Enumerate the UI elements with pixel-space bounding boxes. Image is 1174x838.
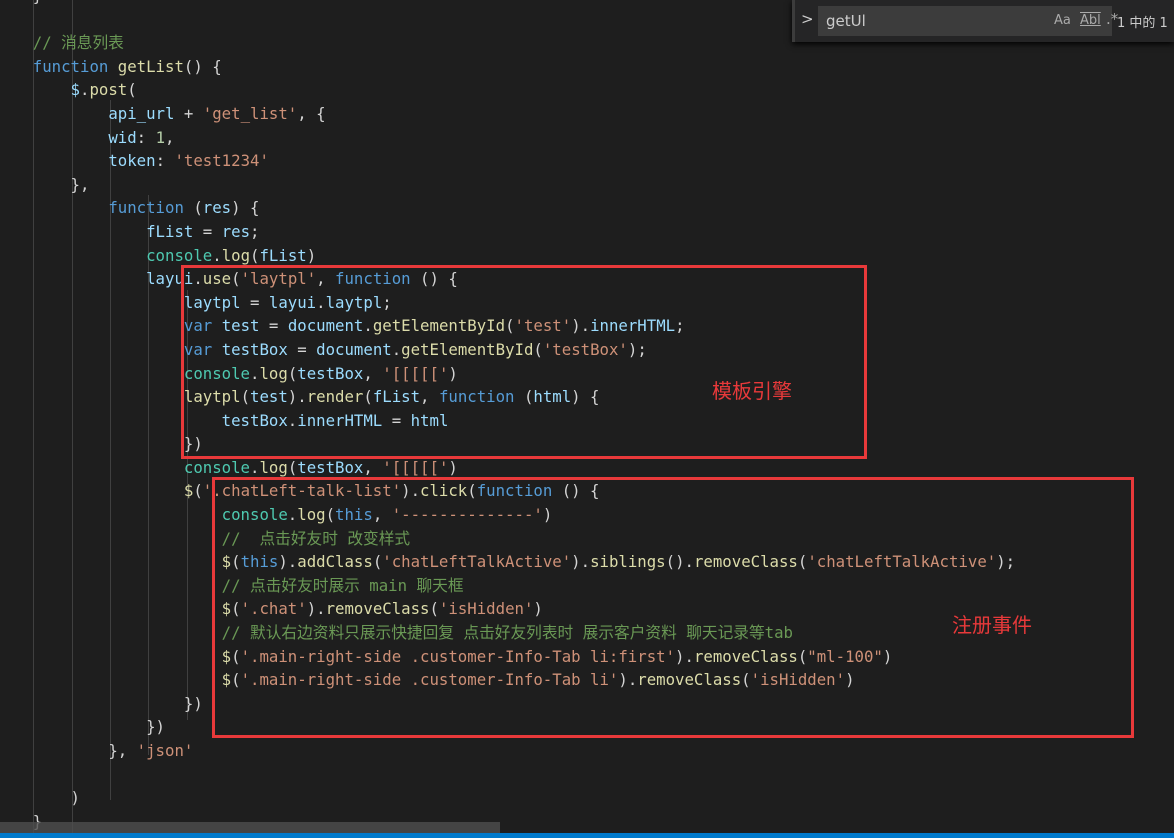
code-token: testBox [297,457,364,477]
code-token: }, [0,741,137,760]
code-token: function [0,56,118,76]
code-line[interactable]: $.post( [0,78,1015,102]
code-token: log [221,245,251,265]
code-token: layui [0,269,194,289]
code-token: console [0,245,213,265]
code-token: }) [0,693,203,713]
code-token: ) { [231,198,260,218]
code-token: , [363,457,383,477]
code-line[interactable]: function getList() { [0,55,1015,79]
code-token: : [136,127,156,147]
code-token: ) [448,457,458,477]
code-line[interactable]: ) [0,786,1015,810]
code-line[interactable] [0,763,1015,787]
code-line[interactable]: }, 'json' [0,739,1015,763]
code-token: + [174,103,203,123]
code-line[interactable]: }, [0,173,1015,197]
code-line[interactable]: console.log(testBox, '[[[[[') [0,456,1015,480]
code-token: getList [117,56,184,76]
code-token: ( [127,80,137,100]
code-token: log [259,457,288,477]
code-token: wid [0,127,137,147]
code-token: () { [183,56,222,76]
annotation-label-register-events: 注册事件 [952,613,1032,637]
code-token: console [0,457,251,477]
code-token: , { [297,103,326,123]
code-token: 'test1234' [174,151,269,171]
status-bar [0,833,1174,838]
code-token: function [0,198,194,218]
code-token: $ [0,646,232,666]
code-token: }) [0,434,203,454]
code-token: 1 [155,127,166,147]
code-line[interactable]: wid: 1, [0,126,1015,150]
code-line[interactable]: fList = res; [0,220,1015,244]
code-token: 'get_list' [202,103,298,123]
code-token: ) [0,788,81,808]
code-token: ; [250,221,260,241]
whole-word-button[interactable]: Abl [1080,13,1101,28]
toggle-replace-chevron-icon[interactable]: > [801,10,814,28]
find-query[interactable]: getUl [826,12,866,30]
code-token: fList [259,245,307,265]
annotation-box-template-engine [181,265,867,459]
code-token: = [193,221,222,241]
code-token: res [202,198,232,218]
code-token: // 消息列表 [0,33,124,53]
code-token: ( [193,198,203,218]
code-line[interactable]: function (res) { [0,196,1015,220]
code-line[interactable]: token: 'test1234' [0,149,1015,173]
code-token: $ [0,670,232,690]
code-token: : [155,151,175,171]
find-widget: > getUl Aa Abl .* 1 中的 1 [792,0,1174,42]
code-token: '[[[[[' [382,457,449,477]
code-token: ( [287,457,298,477]
code-token: $ [0,599,232,619]
horizontal-scrollbar[interactable] [0,822,500,833]
code-token: $ [0,80,81,100]
code-line[interactable]: console.log(fList) [0,244,1015,268]
code-token: }, [0,174,90,194]
code-token: $ [0,552,232,572]
code-token: api_url [0,103,175,123]
code-token: res [221,221,251,241]
code-line[interactable]: api_url + 'get_list', { [0,102,1015,126]
annotation-label-template-engine: 模板引擎 [712,379,792,403]
code-token: ) [306,245,317,265]
code-token: , [165,127,175,147]
code-token: token [0,151,156,171]
code-token: fList [0,221,194,241]
find-result-count: 1 中的 1 [1117,16,1168,31]
annotation-box-register-events [212,477,1134,738]
code-token: $ [0,481,194,501]
code-token: } [0,0,42,5]
code-token: 'json' [136,741,194,760]
code-token: . [212,245,222,265]
code-editor[interactable]: } // 消息列表 function getList() { $.post( a… [0,0,1174,833]
code-token: }) [0,717,166,737]
find-input[interactable]: getUl Aa Abl .* [818,6,1118,36]
code-token: ( [193,481,203,501]
match-case-button[interactable]: Aa [1054,13,1071,28]
code-token: post [89,80,128,100]
